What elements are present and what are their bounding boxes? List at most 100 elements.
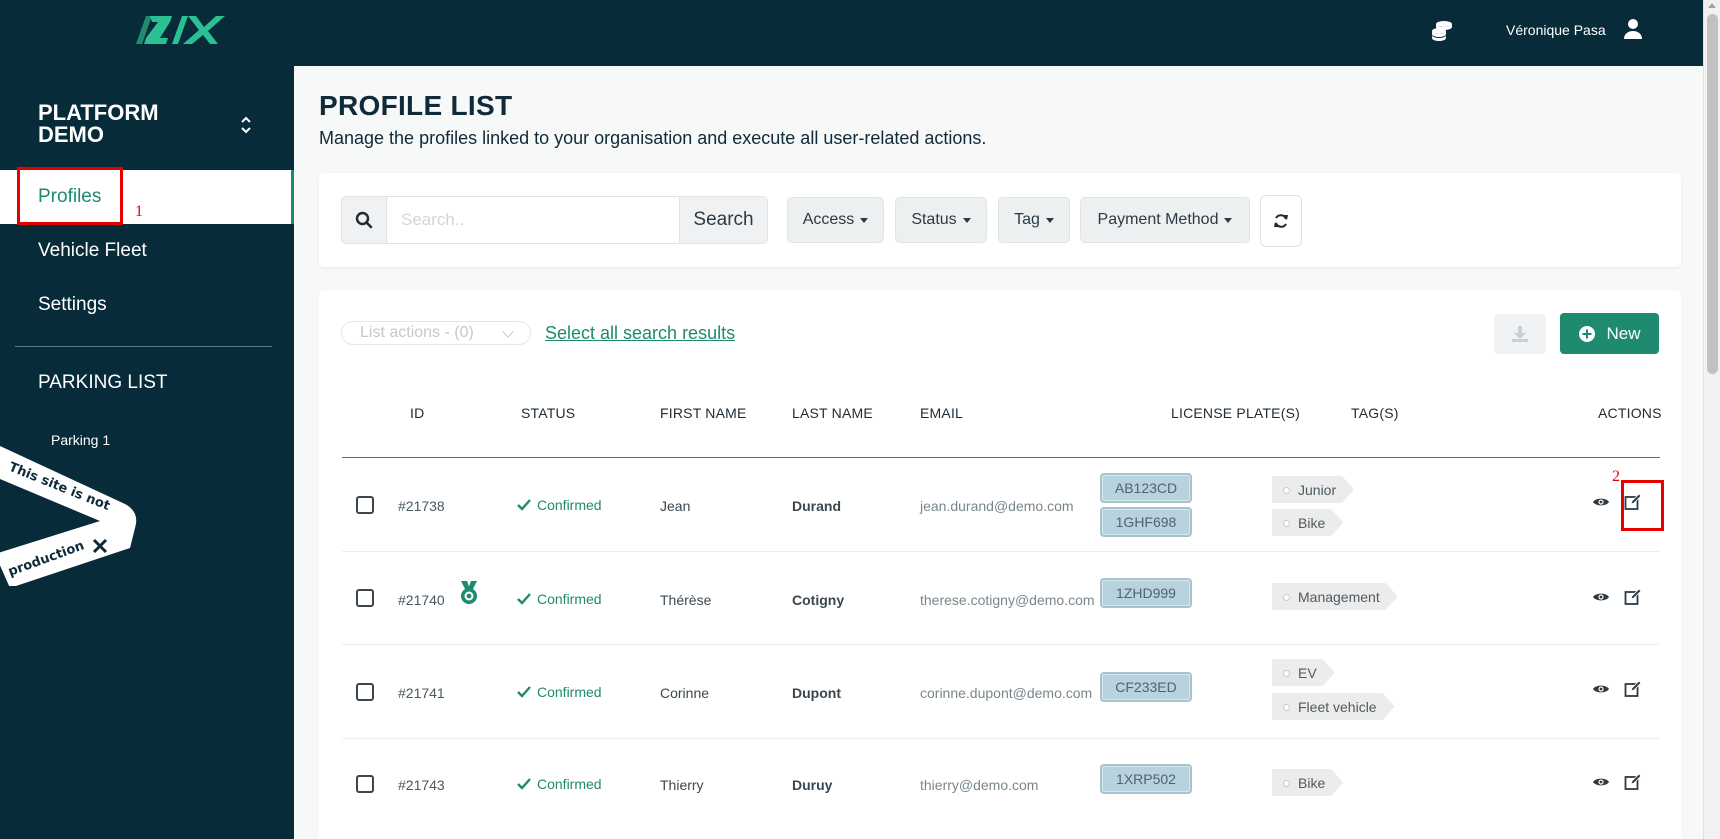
row-id: #21741 <box>398 685 445 701</box>
row-checkbox[interactable] <box>356 683 374 701</box>
tag-chip: Junior <box>1272 476 1354 503</box>
refresh-icon <box>1274 214 1288 228</box>
check-icon <box>517 686 531 698</box>
column-header-license-plates[interactable]: LICENSE PLATE(S) <box>1171 405 1300 421</box>
list-actions-select[interactable]: List actions - (0) <box>341 321 531 345</box>
tag-chip: EV <box>1272 659 1335 686</box>
tag-chip: Bike <box>1272 509 1343 536</box>
tag-filter-button[interactable]: Tag <box>998 197 1070 243</box>
scroll-up-arrow-icon[interactable] <box>1708 3 1716 8</box>
access-filter-label: Access <box>802 211 855 228</box>
download-icon <box>1512 326 1528 342</box>
tag-chip: Fleet vehicle <box>1272 693 1395 720</box>
access-filter-button[interactable]: Access <box>787 197 884 243</box>
plus-circle-icon <box>1579 325 1596 342</box>
status-badge: Confirmed <box>517 497 602 513</box>
row-id: #21740 <box>398 592 445 608</box>
email: thierry@demo.com <box>920 777 1039 793</box>
column-header-first-name[interactable]: FIRST NAME <box>660 405 747 421</box>
annotation-number-2: 2 <box>1612 468 1620 485</box>
last-name: Dupont <box>792 685 841 701</box>
status-filter-button[interactable]: Status <box>895 197 987 243</box>
page-title: PROFILE LIST <box>319 90 513 121</box>
tag-chip: Bike <box>1272 769 1343 796</box>
column-header-id[interactable]: ID <box>410 405 424 421</box>
column-header-last-name[interactable]: LAST NAME <box>792 405 873 421</box>
column-header-status[interactable]: STATUS <box>521 405 575 421</box>
table-row[interactable]: #21743 Confirmed Thierry Duruy thierry@d… <box>342 739 1660 833</box>
sidebar-item-settings[interactable]: Settings <box>38 294 107 316</box>
view-eye-icon[interactable] <box>1592 588 1610 606</box>
caret-down-icon <box>860 217 869 223</box>
edit-icon[interactable] <box>1624 773 1642 791</box>
annotation-box-1 <box>17 167 123 225</box>
search-input[interactable] <box>387 197 679 243</box>
filter-card: Search Access Status Tag Payment Method <box>319 173 1681 267</box>
email: jean.durand@demo.com <box>920 498 1074 514</box>
status-label: Confirmed <box>537 497 602 513</box>
select-all-search-results-link[interactable]: Select all search results <box>545 323 735 344</box>
view-eye-icon[interactable] <box>1592 493 1610 511</box>
new-profile-button[interactable]: New <box>1560 313 1659 354</box>
email: therese.cotigny@demo.com <box>920 592 1095 608</box>
table-row[interactable]: #21740 Confirmed Thérèse Cotigny therese… <box>342 552 1660 645</box>
medal-icon <box>461 581 477 604</box>
status-label: Confirmed <box>537 776 602 792</box>
status-badge: Confirmed <box>517 591 602 607</box>
payment-method-filter-label: Payment Method <box>1097 211 1219 228</box>
column-header-tags[interactable]: TAG(S) <box>1351 405 1399 421</box>
edit-icon[interactable] <box>1624 680 1642 698</box>
view-eye-icon[interactable] <box>1592 680 1610 698</box>
payment-method-filter-button[interactable]: Payment Method <box>1080 197 1250 243</box>
search-icon[interactable] <box>342 197 387 243</box>
row-checkbox[interactable] <box>356 589 374 607</box>
view-eye-icon[interactable] <box>1592 773 1610 791</box>
license-plate: CF233ED <box>1100 672 1192 702</box>
user-name[interactable]: Véronique Pasa <box>1506 22 1606 38</box>
check-icon <box>517 778 531 790</box>
caret-down-icon <box>962 217 971 223</box>
table-row[interactable]: #21741 Confirmed Corinne Dupont corinne.… <box>342 645 1660 739</box>
first-name: Thierry <box>660 777 704 793</box>
top-bar: Véronique Pasa <box>0 0 1720 66</box>
scrollbar-thumb[interactable] <box>1707 14 1718 374</box>
first-name: Corinne <box>660 685 710 701</box>
vertical-scrollbar[interactable] <box>1703 0 1720 839</box>
license-plate: 1GHF698 <box>1100 507 1192 537</box>
annotation-box-2 <box>1621 480 1664 531</box>
annotation-number-1: 1 <box>135 203 143 220</box>
chevron-down-icon <box>502 326 514 338</box>
caret-down-icon <box>1045 217 1054 223</box>
sidebar-item-vehicle-fleet[interactable]: Vehicle Fleet <box>38 240 147 262</box>
org-name: PLATFORM DEMO <box>38 100 159 147</box>
last-name: Durand <box>792 498 841 514</box>
tag-filter-label: Tag <box>1014 211 1040 228</box>
first-name: Jean <box>660 498 691 514</box>
row-id: #21738 <box>398 498 445 514</box>
status-label: Confirmed <box>537 591 602 607</box>
user-icon[interactable] <box>1622 18 1644 40</box>
last-name: Cotigny <box>792 592 845 608</box>
row-checkbox[interactable] <box>356 496 374 514</box>
refresh-button[interactable] <box>1260 195 1302 247</box>
edit-icon[interactable] <box>1624 588 1642 606</box>
download-button[interactable] <box>1494 314 1546 354</box>
search-button[interactable]: Search <box>679 197 767 243</box>
status-label: Confirmed <box>537 684 602 700</box>
not-production-ribbon: This site is not production <box>0 446 137 586</box>
email: corinne.dupont@demo.com <box>920 685 1093 701</box>
license-plate: 1XRP502 <box>1100 764 1192 794</box>
tag-chip: Management <box>1272 583 1398 610</box>
chevron-up-down-icon[interactable] <box>238 114 254 136</box>
coins-icon[interactable] <box>1430 18 1454 42</box>
table-row[interactable]: #21738 Confirmed Jean Durand jean.durand… <box>342 458 1660 552</box>
last-name: Duruy <box>792 777 833 793</box>
new-button-label: New <box>1606 323 1641 343</box>
izix-logo[interactable] <box>128 12 238 48</box>
row-checkbox[interactable] <box>356 775 374 793</box>
column-header-email[interactable]: EMAIL <box>920 405 963 421</box>
search-group: Search <box>341 196 768 244</box>
check-icon <box>517 499 531 511</box>
row-id: #21743 <box>398 777 445 793</box>
page-subtitle: Manage the profiles linked to your organ… <box>319 128 987 148</box>
